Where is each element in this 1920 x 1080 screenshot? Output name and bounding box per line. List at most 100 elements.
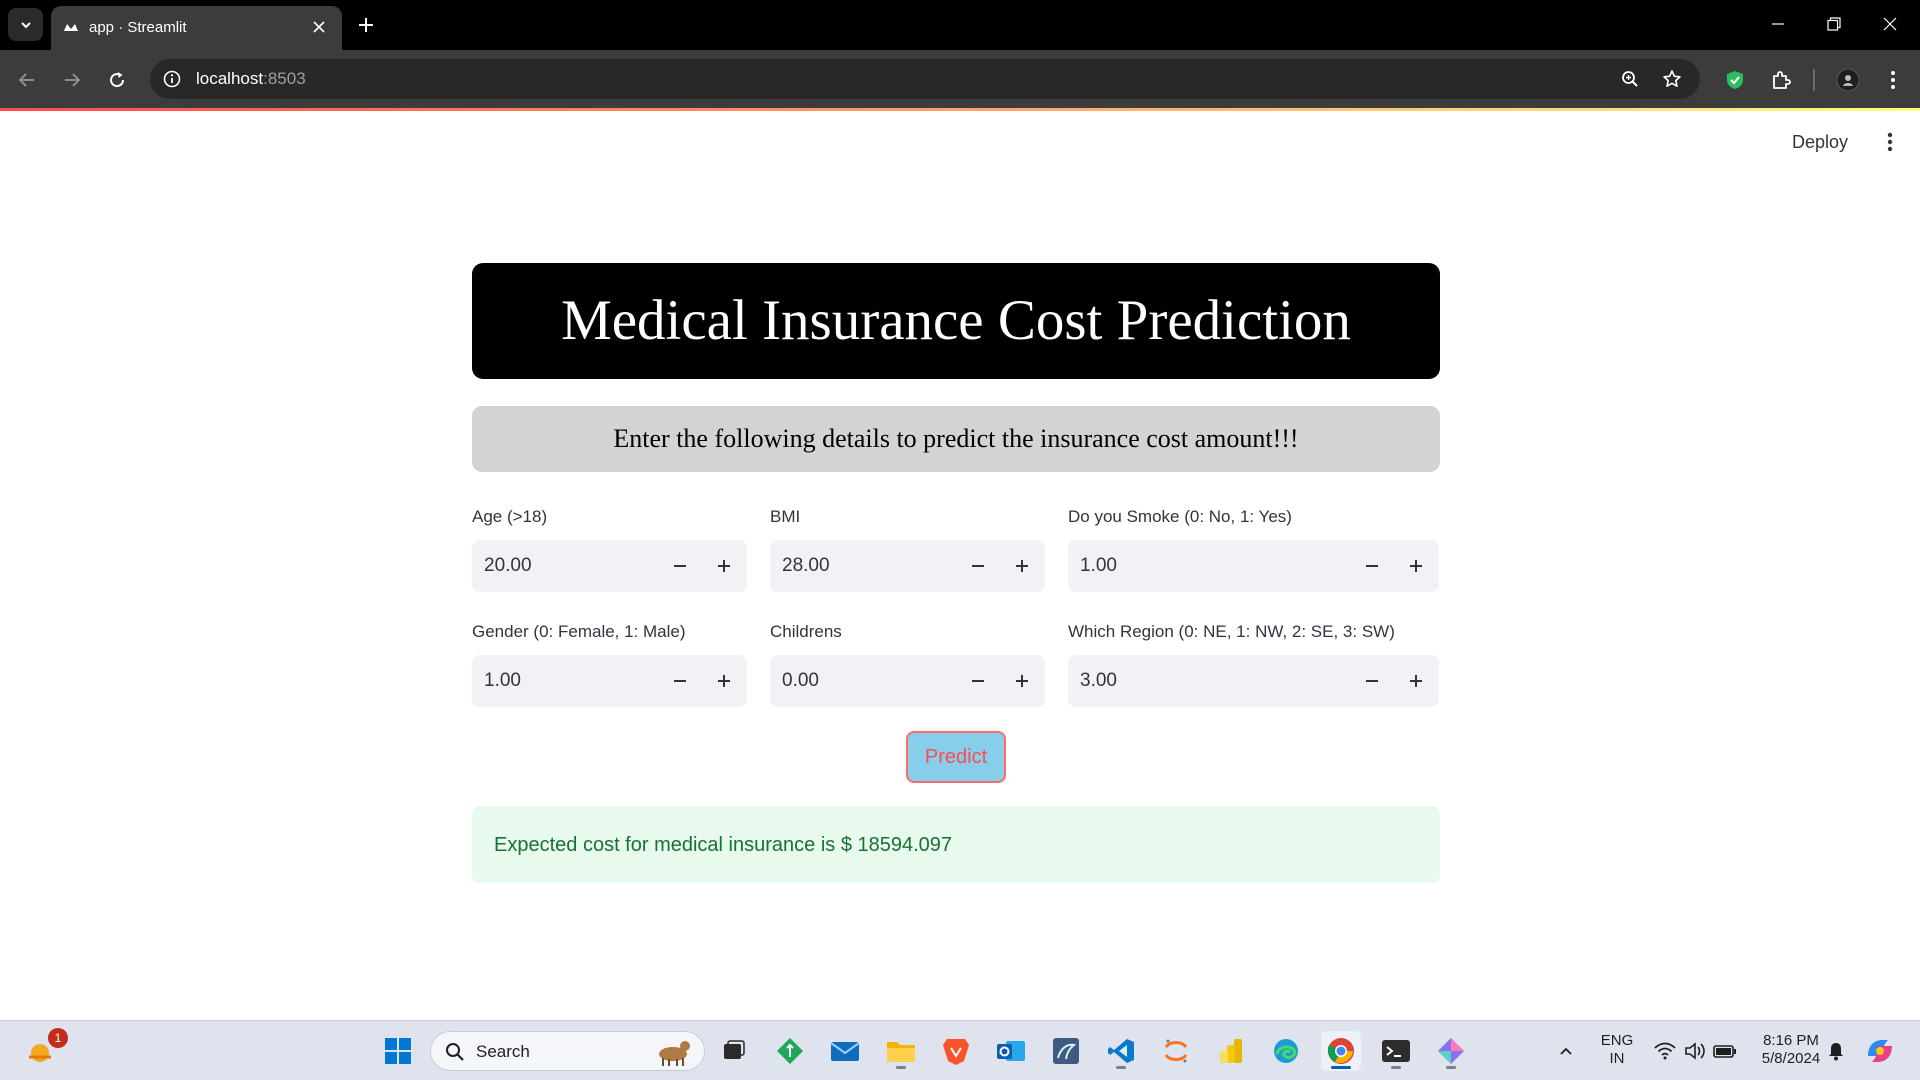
increment-button[interactable] [1398,548,1434,584]
field-label: Gender (0: Female, 1: Male) [472,622,686,641]
predict-button[interactable]: Predict [906,731,1006,783]
language-indicator[interactable]: ENG IN [1592,1032,1642,1068]
decrement-button[interactable] [960,663,996,699]
decrement-button[interactable] [1354,663,1390,699]
terminal-icon[interactable] [1376,1031,1416,1071]
profile-avatar-icon[interactable] [1831,63,1865,97]
close-icon [1883,17,1897,31]
reload-button[interactable] [100,63,134,97]
minus-icon [674,565,686,567]
browser-menu-icon[interactable] [1876,63,1910,97]
jupyter-icon[interactable] [1156,1031,1196,1071]
decrement-button[interactable] [662,548,698,584]
restore-icon [1827,17,1841,31]
tab-search-button[interactable] [8,8,43,41]
colorful-app-icon[interactable] [1431,1031,1471,1071]
input-value[interactable]: 28.00 [782,555,830,577]
wifi-icon[interactable] [1650,1031,1680,1071]
input-value[interactable]: 0.00 [782,670,819,692]
instruction-text: Enter the following details to predict t… [613,424,1299,453]
outlook-icon[interactable] [991,1031,1031,1071]
taskbar-search[interactable]: Search [430,1031,705,1071]
increment-button[interactable] [706,548,742,584]
chevron-down-icon [20,21,31,28]
decrement-button[interactable] [1354,548,1390,584]
minus-icon [1366,565,1378,567]
copilot-icon[interactable] [1860,1031,1900,1071]
zoom-icon[interactable] [1618,67,1642,91]
language-code: ENG [1600,1032,1634,1049]
close-window-button[interactable] [1862,4,1918,44]
browser-tab[interactable]: app · Streamlit [51,6,342,50]
plus-icon [718,675,730,687]
url-text: localhost:8503 [196,69,306,89]
shield-extension-icon[interactable] [1718,63,1752,97]
decrement-button[interactable] [662,663,698,699]
battery-icon[interactable] [1710,1031,1740,1071]
app-menu-icon[interactable] [1876,128,1904,156]
increment-button[interactable] [1004,663,1040,699]
extensions-puzzle-icon[interactable] [1764,63,1798,97]
minus-icon [1366,680,1378,682]
bookmark-star-icon[interactable] [1660,67,1684,91]
vscode-icon[interactable] [1101,1031,1141,1071]
browser-toolbar: localhost:8503 [0,50,1920,109]
running-indicator [1116,1066,1126,1069]
decrement-button[interactable] [960,548,996,584]
task-view-icon[interactable] [714,1031,754,1071]
notification-bell-icon[interactable] [1822,1031,1850,1071]
minus-icon [674,680,686,682]
region-number-input[interactable]: 3.00 [1068,655,1439,707]
brave-browser-icon[interactable] [936,1031,976,1071]
smoker-number-input[interactable]: 1.00 [1068,540,1439,592]
page-title: Medical Insurance Cost Prediction [561,289,1351,352]
power-bi-icon[interactable] [1211,1031,1251,1071]
weather-widget-button[interactable]: 1 [20,1028,68,1071]
deploy-button[interactable]: Deploy [1784,128,1856,156]
show-hidden-icons-button[interactable] [1549,1031,1583,1071]
increment-button[interactable] [706,663,742,699]
new-tab-button[interactable] [352,11,380,39]
gender-number-input[interactable]: 1.00 [472,655,747,707]
mysql-workbench-icon[interactable] [1046,1031,1086,1071]
field-label: Which Region (0: NE, 1: NW, 2: SE, 3: SW… [1068,622,1395,641]
start-button[interactable] [378,1031,418,1071]
chrome-browser-icon[interactable] [1321,1031,1361,1071]
age-number-input[interactable]: 20.00 [472,540,747,592]
age-field: Age (>18) 20.00 [472,506,747,592]
windows-taskbar: 1 Search ENG IN 8:16 PM 5/8/2024 [0,1020,1920,1080]
back-button[interactable] [10,63,44,97]
plus-icon [1016,675,1028,687]
notification-badge: 1 [48,1028,68,1048]
field-label: BMI [770,507,801,526]
smoker-field: Do you Smoke (0: No, 1: Yes) 1.00 [1068,506,1439,592]
input-value[interactable]: 1.00 [1080,555,1117,577]
file-explorer-icon[interactable] [881,1031,921,1071]
windows-logo-icon [385,1038,411,1064]
input-value[interactable]: 20.00 [484,555,532,577]
increment-button[interactable] [1004,548,1040,584]
increment-button[interactable] [1398,663,1434,699]
running-indicator [1391,1066,1401,1069]
edge-browser-icon[interactable] [1266,1031,1306,1071]
search-highlight-icon [659,1041,690,1066]
address-bar[interactable]: localhost:8503 [150,59,1700,99]
green-diamond-app-icon[interactable] [770,1031,810,1071]
region-field: Which Region (0: NE, 1: NW, 2: SE, 3: SW… [1068,621,1439,707]
mail-icon[interactable] [825,1031,865,1071]
plus-icon [359,18,373,32]
site-info-icon[interactable] [160,67,184,91]
minimize-icon [1772,23,1784,25]
children-number-input[interactable]: 0.00 [770,655,1045,707]
prediction-result-text: Expected cost for medical insurance is $… [494,834,953,856]
bmi-number-input[interactable]: 28.00 [770,540,1045,592]
volume-icon[interactable] [1680,1031,1710,1071]
restore-window-button[interactable] [1806,4,1862,44]
active-indicator [1331,1066,1351,1069]
input-value[interactable]: 3.00 [1080,670,1117,692]
close-tab-icon[interactable] [308,16,330,38]
input-value[interactable]: 1.00 [484,670,521,692]
forward-button[interactable] [55,63,89,97]
reload-icon [110,72,125,88]
minimize-window-button[interactable] [1750,4,1806,44]
